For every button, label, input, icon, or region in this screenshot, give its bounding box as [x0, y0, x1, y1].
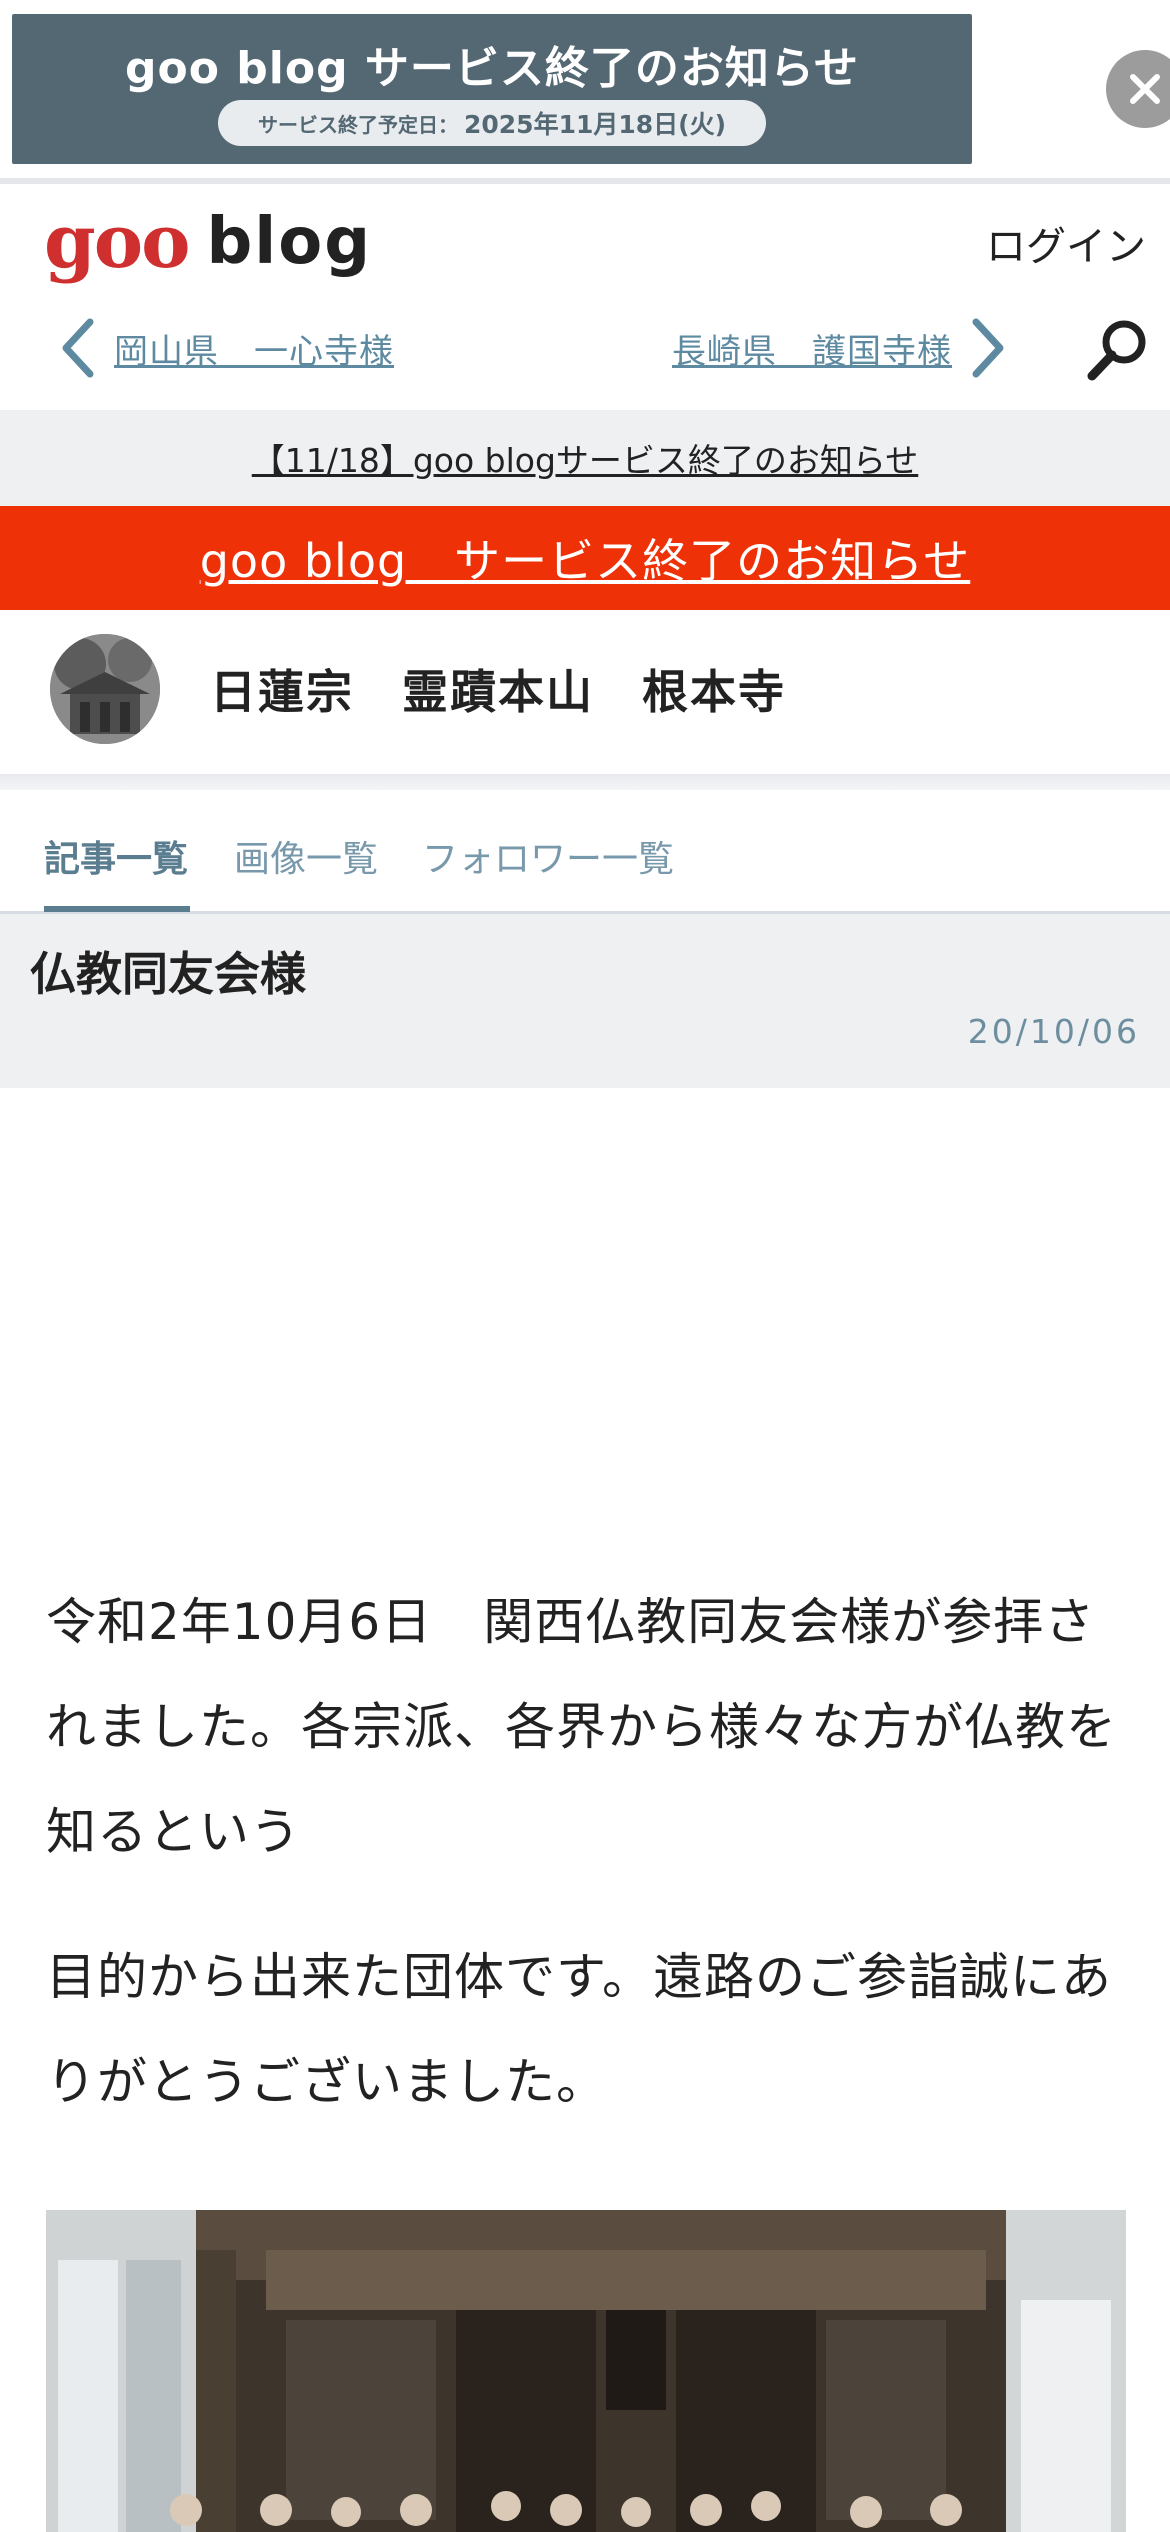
- article-paragraph: 令和2年10月6日 関西仏教同友会様が参拝されました。各宗派、各界から様々な方が…: [46, 1593, 1117, 1861]
- service-end-notice-link[interactable]: 【11/18】goo blogサービス終了のお知らせ: [252, 434, 919, 482]
- notice-bar-gray: 【11/18】goo blogサービス終了のお知らせ: [0, 410, 1170, 506]
- article-date: 20/10/06: [967, 1012, 1140, 1051]
- article-paragraph: 目的から出来た団体です。遠路のご参詣誠にありがとうございました。: [46, 1948, 1112, 2111]
- next-post-link[interactable]: 長崎県 護国寺様: [672, 324, 952, 373]
- article-header: 仏教同友会様 20/10/06: [0, 914, 1170, 1088]
- article-title: 仏教同友会様: [30, 947, 306, 1001]
- post-navigation: 岡山県 一心寺様 長崎県 護国寺様: [0, 304, 1170, 414]
- blog-title[interactable]: 日蓮宗 霊蹟本山 根本寺: [210, 656, 786, 722]
- search-icon: [1087, 320, 1146, 381]
- ad-end-date: 2025年11月18日(火): [463, 110, 726, 139]
- temple-avatar-image: [50, 634, 160, 744]
- logo-blog: blog: [206, 205, 372, 279]
- notice-bar-red: goo blog サービス終了のお知らせ: [0, 506, 1170, 610]
- temple-group-photo: [46, 2210, 1126, 2532]
- tab-articles[interactable]: 記事一覧: [44, 830, 188, 882]
- login-link[interactable]: ログイン: [986, 214, 1146, 272]
- blog-header: 日蓮宗 霊蹟本山 根本寺: [0, 610, 1170, 774]
- tab-followers[interactable]: フォロワー一覧: [422, 830, 674, 882]
- blog-avatar[interactable]: [50, 634, 160, 744]
- chevron-left-icon: [62, 318, 94, 378]
- ad-banner[interactable]: goo blog サービス終了のお知らせ サービス終了予定日： 2025年11月…: [12, 14, 972, 164]
- prev-post-nav[interactable]: 岡山県 一心寺様: [60, 318, 394, 378]
- ad-close-button[interactable]: [1106, 50, 1170, 128]
- ad-end-date-pill: サービス終了予定日： 2025年11月18日(火): [218, 100, 766, 146]
- article-body: 令和2年10月6日 関西仏教同友会様が参拝されました。各宗派、各界から様々な方が…: [46, 1570, 1126, 2135]
- goo-blog-logo[interactable]: goo blog: [44, 202, 372, 282]
- chevron-right-icon: [972, 318, 1004, 378]
- site-header: goo blog ログイン 岡山県 一心寺様 長崎県 護国寺様: [0, 184, 1170, 410]
- blog-tabs: 記事一覧 画像一覧 フォロワー一覧: [0, 790, 1170, 914]
- logo-goo: goo: [44, 199, 190, 285]
- next-post-nav[interactable]: 長崎県 護国寺様: [672, 318, 1006, 378]
- divider: [0, 774, 1170, 790]
- active-tab-indicator: [44, 906, 190, 912]
- service-end-notice-banner-link[interactable]: goo blog サービス終了のお知らせ: [200, 525, 971, 591]
- ad-area: goo blog サービス終了のお知らせ サービス終了予定日： 2025年11月…: [0, 0, 1170, 184]
- prev-post-link[interactable]: 岡山県 一心寺様: [114, 324, 394, 373]
- ad-end-label: サービス終了予定日：: [257, 112, 458, 137]
- close-icon: [1130, 74, 1160, 104]
- ad-title: goo blog サービス終了のお知らせ: [124, 43, 859, 94]
- tab-images[interactable]: 画像一覧: [234, 830, 378, 882]
- article-photo[interactable]: [46, 2210, 1126, 2532]
- search-button[interactable]: [1082, 316, 1152, 386]
